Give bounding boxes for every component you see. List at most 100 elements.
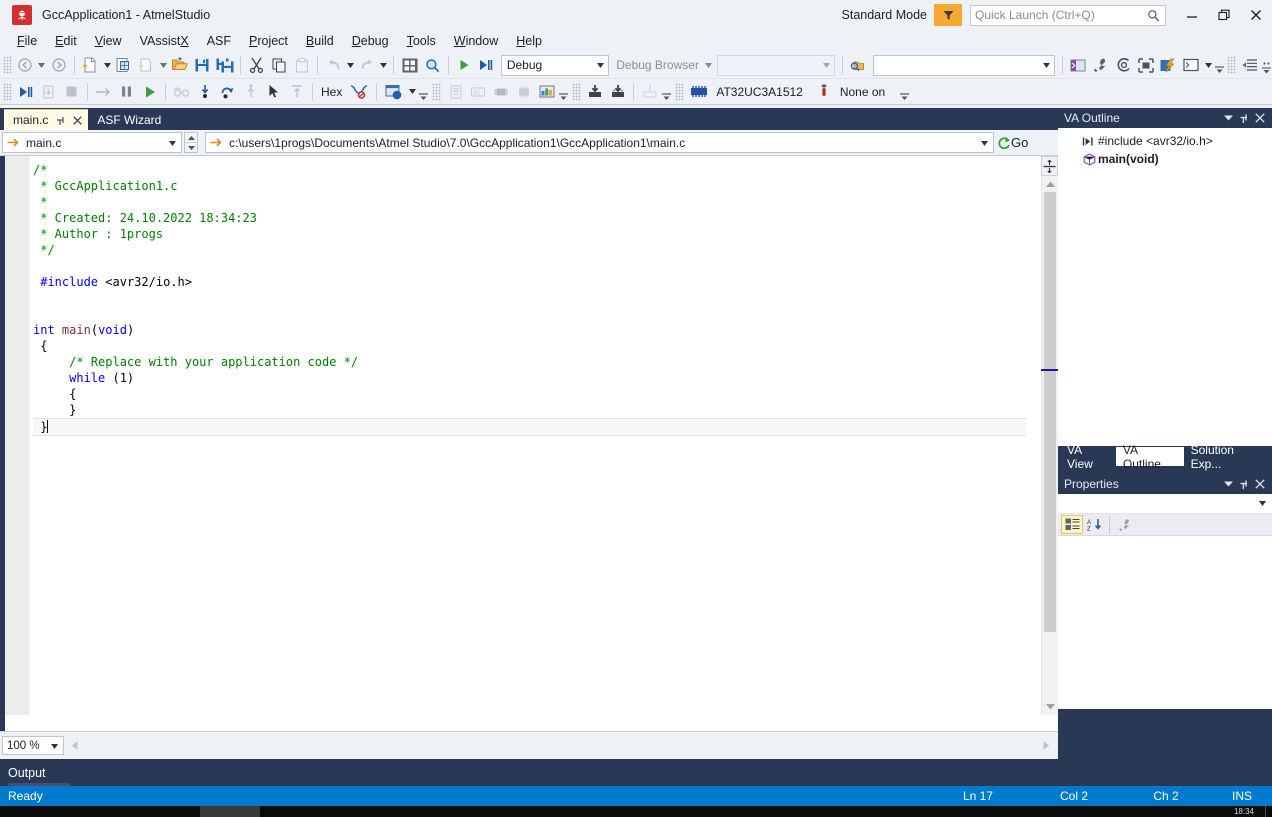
step-out-icon[interactable]	[239, 81, 262, 103]
quick-launch-input[interactable]	[975, 8, 1143, 22]
step-over-icon[interactable]	[216, 81, 239, 103]
split-editor-button[interactable]	[1041, 156, 1058, 176]
start-debugging-icon[interactable]	[453, 54, 476, 76]
close-icon[interactable]	[1252, 475, 1268, 493]
spinner-up-icon[interactable]	[185, 133, 197, 143]
debug-browser-dropdown[interactable]	[703, 54, 714, 76]
select-all-icon[interactable]	[1135, 54, 1158, 76]
break-all-icon[interactable]	[115, 81, 138, 103]
code-text[interactable]: /* * GccApplication1.c * * Created: 24.1…	[29, 156, 1040, 436]
va-outline-body[interactable]: #include <avr32/io.h> main(void)	[1058, 128, 1272, 446]
solution-explorer-icon[interactable]	[1067, 54, 1090, 76]
toolbar-overflow-button-6[interactable]	[899, 81, 910, 103]
continue-icon[interactable]	[138, 81, 161, 103]
panel-menu-icon[interactable]	[1220, 109, 1236, 127]
toggle-panels-icon[interactable]	[398, 54, 421, 76]
debug-windows-icon[interactable]	[381, 81, 407, 103]
flash-programming-icon[interactable]	[1158, 54, 1181, 76]
cut-icon[interactable]	[245, 54, 268, 76]
minimize-button[interactable]	[1176, 0, 1208, 30]
toolbar-overflow-button-4[interactable]	[558, 81, 569, 103]
toolbar-grip[interactable]	[3, 82, 12, 101]
scroll-left-icon[interactable]	[66, 737, 83, 754]
pin-icon[interactable]	[1236, 109, 1252, 127]
redo-dropdown[interactable]	[378, 54, 389, 76]
editor-vertical-scrollbar[interactable]	[1041, 176, 1058, 715]
toggle-breakpoint-icon[interactable]	[346, 81, 372, 103]
program-device-icon[interactable]	[583, 81, 606, 103]
navigate-forward-button[interactable]	[47, 54, 70, 76]
menu-project[interactable]: Project	[240, 32, 297, 50]
dock-tab-solution-explorer[interactable]: Solution Exp...	[1184, 443, 1272, 471]
find-in-files-icon[interactable]	[847, 54, 870, 76]
data-visualizer-icon[interactable]	[535, 81, 558, 103]
menu-asf[interactable]: ASF	[198, 32, 240, 50]
taskbar-active-app[interactable]	[200, 806, 260, 817]
close-icon[interactable]	[1252, 109, 1268, 127]
program-device-alt-icon[interactable]	[606, 81, 629, 103]
toolbar-grip[interactable]	[1227, 56, 1237, 74]
processor-view-icon[interactable]	[512, 81, 535, 103]
new-project-dropdown[interactable]	[102, 54, 113, 76]
paste-icon[interactable]	[291, 54, 314, 76]
close-tab-icon[interactable]	[73, 115, 83, 125]
pin-icon[interactable]	[1236, 475, 1252, 493]
properties-body[interactable]: A Z	[1058, 494, 1272, 709]
toolbar-grip[interactable]	[675, 82, 685, 101]
panel-menu-icon[interactable]	[1220, 475, 1236, 493]
open-file-icon[interactable]	[169, 54, 192, 76]
dock-tab-va-view[interactable]: VA View	[1060, 443, 1116, 471]
menu-vassistx[interactable]: VAssistX	[131, 32, 198, 50]
hex-label[interactable]: Hex	[321, 85, 342, 99]
editor-tab-asf-wizard[interactable]: ASF Wizard	[88, 109, 167, 130]
toolbar-grip[interactable]	[432, 82, 442, 101]
wrench-tools-icon[interactable]	[1090, 54, 1113, 76]
save-all-icon[interactable]	[214, 54, 237, 76]
start-without-debugging-icon[interactable]	[475, 54, 498, 76]
run-to-cursor-icon[interactable]	[285, 81, 308, 103]
editor-gutter[interactable]	[5, 156, 29, 715]
maximize-restore-button[interactable]	[1208, 0, 1240, 30]
property-pages-icon[interactable]	[1114, 515, 1136, 534]
scroll-down-icon[interactable]	[1042, 699, 1058, 715]
toolbar-grip[interactable]	[3, 56, 12, 74]
navigate-backward-button[interactable]	[14, 54, 37, 76]
code-editor[interactable]: − − /* * GccApplication1.c * * Created: …	[0, 156, 1058, 731]
editor-horizontal-scrollbar[interactable]	[66, 737, 1054, 754]
toolbar-grip[interactable]	[572, 82, 582, 101]
device-settings-icon[interactable]	[638, 81, 661, 103]
menu-window[interactable]: Window	[445, 32, 507, 50]
redo-icon[interactable]	[356, 54, 379, 76]
stop-debugging-icon[interactable]	[60, 81, 83, 103]
copy-icon[interactable]	[268, 54, 291, 76]
menu-build[interactable]: Build	[297, 32, 343, 50]
file-path-combo[interactable]: c:\users\1progs\Documents\Atmel Studio\7…	[205, 132, 994, 153]
pointer-select-icon[interactable]	[262, 81, 285, 103]
menu-edit[interactable]: Edit	[46, 32, 86, 50]
menu-tools[interactable]: Tools	[398, 32, 445, 50]
scope-combo[interactable]: main.c	[2, 132, 182, 153]
toolbar-overflow-button-2[interactable]	[1261, 54, 1272, 76]
editor-tab-main-c[interactable]: main.c	[4, 109, 89, 130]
device-programming-icon[interactable]	[1112, 54, 1135, 76]
start-debug-and-break-icon[interactable]	[14, 81, 37, 103]
command-prompt-icon[interactable]	[1180, 54, 1203, 76]
memory-view-icon[interactable]: 01	[466, 81, 489, 103]
menu-file[interactable]: File	[8, 32, 46, 50]
solution-configuration-combo[interactable]: Debug	[500, 54, 610, 76]
show-next-statement-icon[interactable]	[170, 81, 193, 103]
output-panel-tab[interactable]: Output	[0, 759, 1272, 786]
add-new-item-icon[interactable]	[112, 54, 135, 76]
quick-launch-box[interactable]	[970, 4, 1166, 26]
zoom-level-combo[interactable]: 100 %	[2, 736, 64, 755]
scroll-up-icon[interactable]	[1042, 176, 1058, 192]
menu-debug[interactable]: Debug	[343, 32, 398, 50]
menu-help[interactable]: Help	[507, 32, 551, 50]
disassembly-icon[interactable]	[443, 81, 466, 103]
command-prompt-dropdown[interactable]	[1203, 54, 1214, 76]
indent-icon[interactable]	[1238, 54, 1261, 76]
dock-tab-va-outline[interactable]: VA Outline	[1115, 443, 1184, 471]
debug-windows-dropdown[interactable]	[407, 81, 418, 103]
categorized-view-icon[interactable]	[1061, 515, 1083, 534]
close-button[interactable]	[1240, 0, 1272, 30]
